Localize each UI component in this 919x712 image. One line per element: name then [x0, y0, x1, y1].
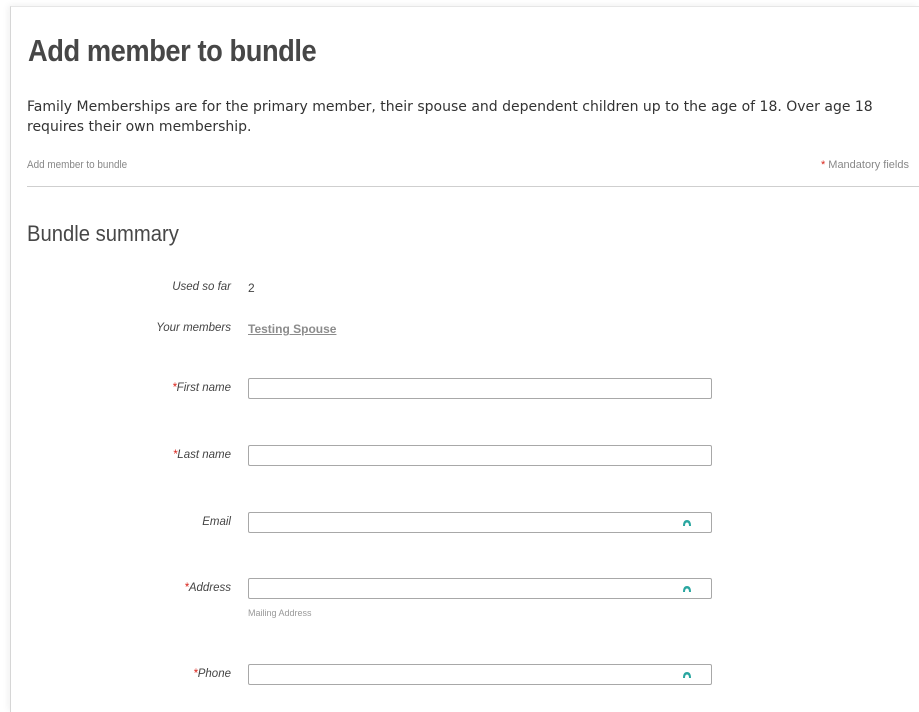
first-name-input[interactable]: [248, 378, 712, 399]
address-label: *Address: [101, 582, 231, 594]
mandatory-fields-note: * Mandatory fields: [821, 159, 909, 171]
mandatory-fields-label: Mandatory fields: [828, 159, 909, 171]
phone-input[interactable]: [248, 664, 712, 685]
email-input[interactable]: [248, 512, 712, 533]
bundle-summary-title: Bundle summary: [27, 221, 179, 246]
first-name-label-text: First name: [176, 382, 231, 394]
used-so-far-label: Used so far: [172, 281, 231, 293]
used-so-far-value: 2: [248, 281, 255, 295]
address-input[interactable]: [248, 578, 712, 599]
divider: [27, 186, 919, 187]
address-label-text: Address: [188, 582, 231, 594]
last-name-input[interactable]: [248, 445, 712, 466]
last-name-label-text: Last name: [177, 449, 231, 461]
email-label: Email: [202, 516, 231, 528]
member-link-testing-spouse[interactable]: Testing Spouse: [248, 322, 336, 336]
password-manager-icon[interactable]: [681, 517, 693, 529]
page-container: Add member to bundle Family Memberships …: [10, 6, 919, 712]
your-members-label: Your members: [156, 322, 231, 334]
last-name-label: *Last name: [101, 449, 231, 461]
breadcrumb: Add member to bundle: [27, 159, 128, 171]
address-hint: Mailing Address: [248, 608, 312, 618]
phone-label-text: Phone: [197, 668, 231, 680]
password-manager-icon[interactable]: [681, 583, 693, 595]
intro-text: Family Memberships are for the primary m…: [27, 99, 873, 135]
password-manager-icon[interactable]: [681, 669, 693, 681]
required-star: *: [820, 159, 826, 171]
first-name-label: *First name: [101, 382, 231, 394]
phone-label: *Phone: [101, 668, 231, 680]
page-title: Add member to bundle: [28, 33, 317, 68]
